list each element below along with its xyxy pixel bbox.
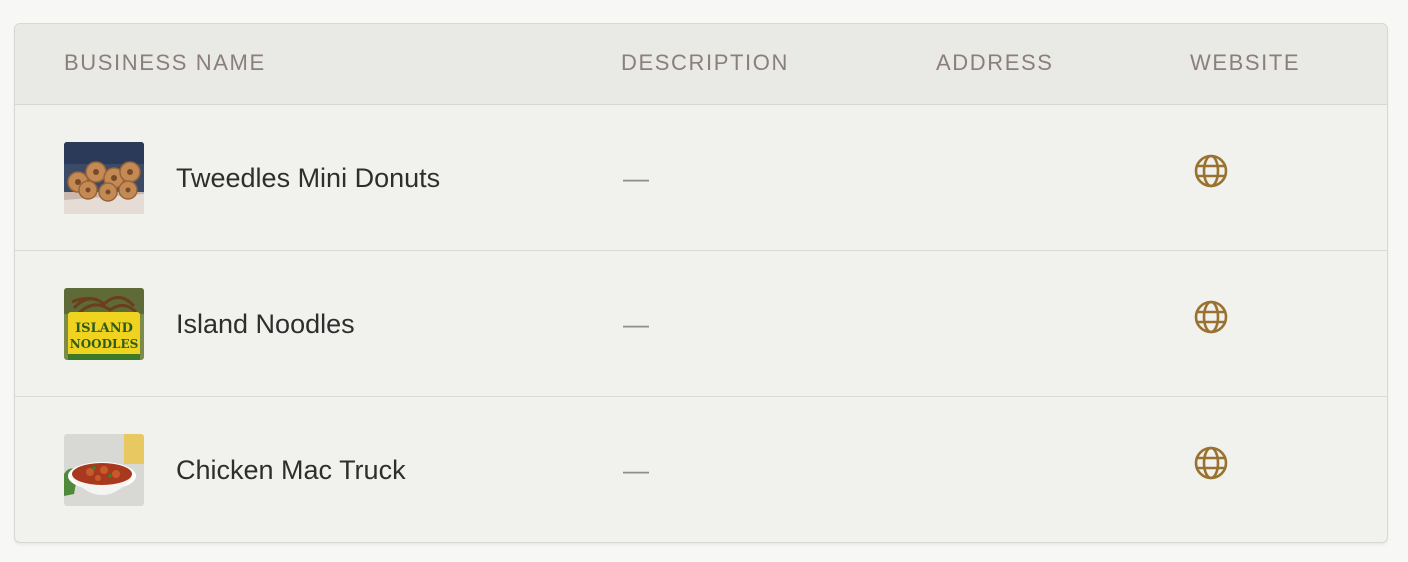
globe-icon[interactable] <box>1193 153 1229 189</box>
businesses-table: BUSINESS NAME DESCRIPTION ADDRESS WEBSIT… <box>14 23 1388 543</box>
table-row[interactable]: ISLAND NOODLES Island Noodles — <box>15 251 1387 397</box>
table-row[interactable]: Chicken Mac Truck — <box>15 397 1387 542</box>
business-name: Chicken Mac Truck <box>176 455 406 485</box>
svg-text:NOODLES: NOODLES <box>70 337 139 351</box>
column-header-business-name[interactable]: BUSINESS NAME <box>64 50 266 76</box>
column-header-address[interactable]: ADDRESS <box>936 50 1054 76</box>
table-header: BUSINESS NAME DESCRIPTION ADDRESS WEBSIT… <box>15 24 1387 105</box>
business-thumbnail <box>64 434 144 506</box>
business-name: Island Noodles <box>176 309 355 339</box>
business-thumbnail <box>64 142 144 214</box>
business-name: Tweedles Mini Donuts <box>176 163 441 193</box>
business-description: — <box>623 163 649 193</box>
column-header-website[interactable]: WEBSITE <box>1190 50 1300 76</box>
globe-icon[interactable] <box>1193 299 1229 335</box>
business-description: — <box>623 309 649 339</box>
column-header-description[interactable]: DESCRIPTION <box>621 50 789 76</box>
table-row[interactable]: Tweedles Mini Donuts — <box>15 105 1387 251</box>
svg-text:ISLAND: ISLAND <box>75 321 133 336</box>
business-description: — <box>623 455 649 485</box>
globe-icon[interactable] <box>1193 445 1229 481</box>
business-thumbnail: ISLAND NOODLES <box>64 288 144 360</box>
